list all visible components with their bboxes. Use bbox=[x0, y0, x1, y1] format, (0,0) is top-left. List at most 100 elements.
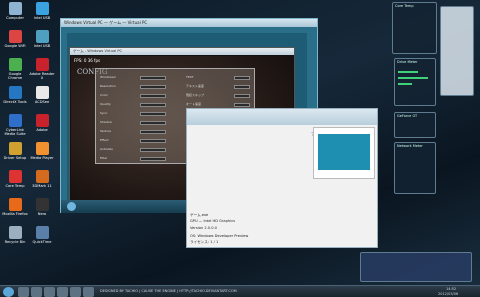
gpu-gadget[interactable]: GeForce GT bbox=[394, 112, 436, 138]
config-label: オート速度 bbox=[186, 102, 202, 106]
desktop-icon[interactable]: Driver Setup bbox=[2, 142, 28, 160]
desktop-icon[interactable]: Intel USB bbox=[29, 2, 55, 20]
app-icon bbox=[8, 142, 22, 155]
config-option[interactable] bbox=[140, 139, 166, 143]
taskbar-app-icon[interactable] bbox=[83, 287, 94, 297]
config-label: Shadow bbox=[100, 120, 112, 124]
config-option[interactable] bbox=[234, 85, 250, 89]
desktop-icon[interactable]: Adobe Reader X bbox=[29, 58, 55, 80]
desktop-icon[interactable]: Core Temp bbox=[2, 170, 28, 188]
fps-counter: FPS: 0 36 fps bbox=[74, 58, 101, 63]
preview-thumbnail bbox=[318, 134, 370, 170]
desktop-icon-label: Computer bbox=[6, 16, 24, 20]
desktop-icon[interactable]: Adobe bbox=[29, 114, 55, 132]
app-icon bbox=[8, 58, 22, 71]
network-gadget[interactable]: Network Meter bbox=[394, 142, 436, 194]
config-label: Resolution bbox=[100, 84, 116, 88]
config-label: TEXT bbox=[186, 75, 194, 79]
app-icon bbox=[35, 114, 49, 127]
properties-window[interactable]: プロパティ ゲーム.exe GPU — Intel HD Graphics Ve… bbox=[186, 108, 378, 248]
config-option[interactable] bbox=[140, 112, 166, 116]
config-option[interactable] bbox=[140, 157, 166, 161]
config-option[interactable] bbox=[140, 85, 166, 89]
desktop-icon-label: Nero bbox=[37, 212, 47, 216]
desktop-icon[interactable]: DirectX Tools bbox=[2, 86, 28, 104]
desktop-icon-label: CyberLink Media Suite bbox=[4, 128, 26, 136]
config-option[interactable] bbox=[234, 94, 250, 98]
drive-meter-gadget[interactable]: Drive Meter bbox=[394, 58, 436, 106]
config-option[interactable] bbox=[140, 76, 166, 80]
config-label: 既読スキップ bbox=[186, 93, 205, 97]
app-icon bbox=[35, 58, 49, 71]
desktop-icon-label: Google Chrome bbox=[7, 72, 23, 80]
app-icon bbox=[35, 2, 49, 15]
config-label: Texture bbox=[100, 129, 111, 133]
config-label: Quality bbox=[100, 102, 111, 106]
desktop-icon-label: Intel USB bbox=[33, 16, 51, 20]
vm-title: ゲーム - Windows Virtual PC bbox=[70, 48, 294, 55]
desktop-icon-label: Intel USB bbox=[33, 44, 51, 48]
desktop-icon[interactable]: Nero bbox=[29, 198, 55, 216]
desktop-icon[interactable]: Media Player bbox=[29, 142, 55, 160]
taskbar-app-icon[interactable] bbox=[44, 287, 55, 297]
desktop-icon[interactable]: Google Chrome bbox=[2, 58, 28, 80]
config-label: Windowed bbox=[100, 75, 116, 79]
app-icon bbox=[35, 170, 49, 183]
config-option[interactable] bbox=[140, 148, 166, 152]
hard-drive-gadget bbox=[440, 6, 474, 96]
clock-time[interactable]: 14:52 bbox=[446, 287, 456, 291]
desktop-icon-label: Mozilla Firefox bbox=[2, 212, 28, 216]
desktop-icon-label: Media Player bbox=[30, 156, 54, 160]
properties-title-bar: プロパティ bbox=[187, 109, 377, 136]
window-title: Windows Virtual PC — ゲーム — Virtual PC bbox=[61, 19, 317, 27]
config-option[interactable] bbox=[140, 103, 166, 107]
desktop-icon[interactable]: QuickTime bbox=[29, 226, 55, 244]
desktop-icon-label: QuickTime bbox=[32, 240, 52, 244]
app-icon bbox=[35, 86, 49, 99]
desktop-icon-label: Adobe bbox=[36, 128, 48, 132]
meter-bar bbox=[398, 71, 418, 73]
sidebar-gadget-bottom bbox=[360, 252, 472, 282]
gpu-title: GeForce GT bbox=[397, 114, 418, 118]
config-option[interactable] bbox=[140, 94, 166, 98]
desktop-icon-label: Driver Setup bbox=[3, 156, 27, 160]
config-label: Effect bbox=[100, 138, 109, 142]
desktop-icon[interactable]: Intel USB bbox=[29, 30, 55, 48]
config-label: Filter bbox=[100, 156, 108, 160]
clock-date[interactable]: 2012/03/06 bbox=[438, 292, 458, 296]
coretemp-gadget[interactable]: Core Temp bbox=[392, 2, 437, 54]
meter-bar bbox=[398, 83, 412, 85]
desktop-icon-label: Core Temp bbox=[5, 184, 25, 188]
config-label: Color bbox=[100, 93, 108, 97]
taskbar-app-icon[interactable] bbox=[31, 287, 42, 297]
start-button[interactable] bbox=[3, 287, 14, 297]
taskbar-app-icon[interactable] bbox=[70, 287, 81, 297]
taskbar-notice: DESIGNED BY TACHIO | CAUSE THE ENGINE | … bbox=[100, 289, 237, 293]
taskbar-app-icon[interactable] bbox=[57, 287, 68, 297]
config-option[interactable] bbox=[234, 103, 250, 107]
desktop-icon[interactable]: ACDSee bbox=[29, 86, 55, 104]
app-icon bbox=[35, 30, 49, 43]
taskbar: DESIGNED BY TACHIO | CAUSE THE ENGINE | … bbox=[0, 285, 480, 297]
app-icon bbox=[35, 142, 49, 155]
start-icon[interactable] bbox=[67, 202, 76, 211]
config-option[interactable] bbox=[140, 121, 166, 125]
properties-line-2: GPU — Intel HD Graphics bbox=[190, 219, 236, 223]
config-option[interactable] bbox=[234, 76, 250, 80]
app-icon bbox=[8, 198, 22, 211]
desktop-icon[interactable]: Google WiFi bbox=[2, 30, 28, 48]
desktop-icon-label: Adobe Reader X bbox=[29, 72, 55, 80]
properties-footer-2: ライセンス: 1 / 1 bbox=[190, 240, 219, 244]
app-icon bbox=[8, 2, 22, 15]
desktop-icon[interactable]: 3DMark 11 bbox=[29, 170, 55, 188]
taskbar-app-icon[interactable] bbox=[18, 287, 29, 297]
app-icon bbox=[8, 170, 22, 183]
config-option[interactable] bbox=[140, 130, 166, 134]
drive-meter-title: Drive Meter bbox=[397, 60, 418, 64]
desktop-icon[interactable]: Mozilla Firefox bbox=[2, 198, 28, 216]
properties-line-1: ゲーム.exe bbox=[190, 213, 209, 217]
desktop-icon[interactable]: CyberLink Media Suite bbox=[2, 114, 28, 136]
desktop-icon[interactable]: Recycle Bin bbox=[2, 226, 28, 244]
desktop-icon-label: ACDSee bbox=[34, 100, 50, 104]
desktop-icon[interactable]: Computer bbox=[2, 2, 28, 20]
